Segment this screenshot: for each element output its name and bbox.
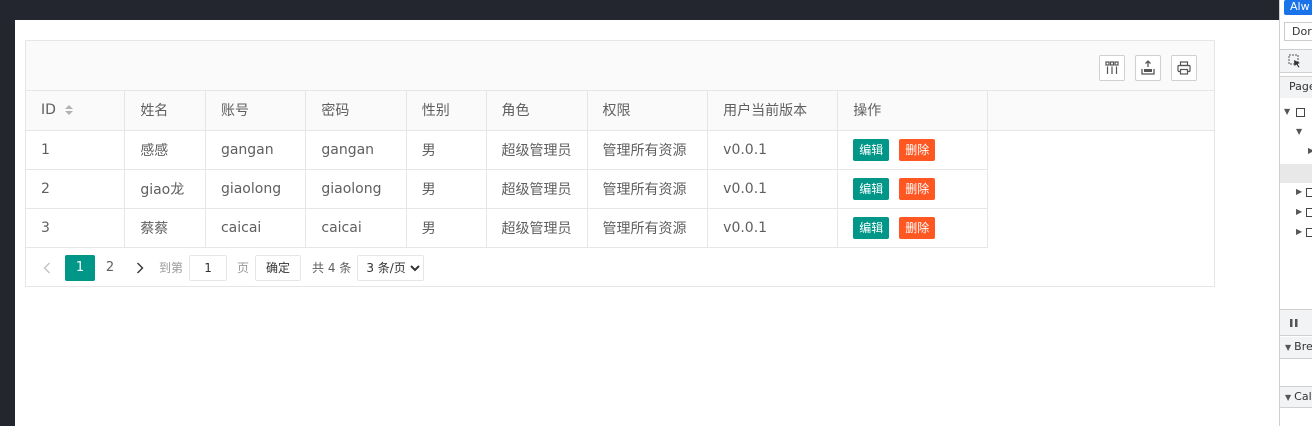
columns-icon — [1105, 61, 1119, 74]
cell-filler — [987, 208, 1214, 247]
edit-button[interactable]: 编辑 — [853, 177, 890, 200]
tree-collapsed-icon[interactable]: ▶ — [1308, 146, 1312, 155]
cell-role: 超级管理员 — [486, 169, 588, 209]
table-toolbar — [26, 41, 1214, 91]
page-2-button[interactable]: 2 — [95, 255, 125, 281]
tree-expand-icon[interactable]: ▼ — [1284, 107, 1290, 116]
cell-role: 超级管理员 — [486, 208, 588, 248]
cell-version: v0.0.1 — [707, 169, 839, 209]
user-table: ID 姓名 账号 密码 性别 角色 权限 用户当前版本 操作 1 感感 gang… — [26, 91, 1214, 248]
cell-actions: 编辑 删除 — [837, 208, 988, 248]
devtools-toolbar — [1280, 49, 1312, 73]
section-expand-icon: ▼ — [1285, 343, 1292, 352]
cell-filler — [987, 169, 1214, 208]
devtools-panel: Alw Dor Page ▼ ▼ ▶ ▶ ▶ ▶ ▼Bre ▼Cal — [1279, 0, 1312, 426]
goto-prefix: 到第 — [159, 261, 184, 275]
column-header-id[interactable]: ID — [26, 91, 126, 131]
print-button[interactable] — [1171, 55, 1197, 81]
column-header-gender: 性别 — [406, 91, 487, 131]
devtools-always-button[interactable]: Alw — [1284, 0, 1312, 15]
pagination-bar: 1 2 到第 页 确定 共 4 条 3 条/页 — [26, 248, 1214, 287]
cell-filler — [987, 130, 1214, 169]
column-header-permission: 权限 — [587, 91, 709, 131]
print-icon — [1177, 61, 1191, 75]
goto-suffix: 页 — [237, 261, 250, 275]
cell-password: giaolong — [305, 169, 407, 209]
cell-gender: 男 — [406, 169, 487, 209]
table-row: 2 giao龙 giaolong giaolong 男 超级管理员 管理所有资源… — [26, 169, 1214, 209]
cell-actions: 编辑 删除 — [837, 169, 988, 209]
next-page-button[interactable] — [127, 255, 153, 281]
column-header-filler — [987, 91, 1214, 131]
devtools-selected-node — [1280, 164, 1312, 183]
cell-role: 超级管理员 — [486, 130, 588, 170]
devtools-dont-input[interactable]: Dor — [1284, 22, 1312, 41]
cell-version: v0.0.1 — [707, 208, 839, 248]
pause-icon[interactable] — [1289, 318, 1299, 328]
cell-gender: 男 — [406, 208, 487, 248]
delete-button[interactable]: 删除 — [899, 216, 936, 239]
cell-password: caicai — [305, 208, 407, 248]
data-table-container: ID 姓名 账号 密码 性别 角色 权限 用户当前版本 操作 1 感感 gang… — [25, 40, 1215, 287]
tree-collapsed-icon[interactable]: ▶ — [1296, 227, 1302, 236]
cell-id: 2 — [26, 169, 126, 209]
devtools-debugger-toolbar — [1280, 309, 1312, 336]
columns-filter-button[interactable] — [1099, 55, 1125, 81]
cell-password: gangan — [305, 130, 407, 170]
cell-id: 1 — [26, 130, 126, 170]
tree-collapsed-icon[interactable]: ▶ — [1296, 187, 1302, 196]
file-icon — [1306, 208, 1312, 217]
export-icon — [1141, 60, 1155, 75]
confirm-goto-button[interactable]: 确定 — [255, 254, 302, 281]
export-button[interactable] — [1135, 55, 1161, 81]
file-icon — [1306, 188, 1312, 197]
column-header-account: 账号 — [205, 91, 307, 131]
cell-version: v0.0.1 — [707, 130, 839, 170]
column-header-password: 密码 — [305, 91, 407, 131]
delete-button[interactable]: 删除 — [899, 138, 936, 161]
page-1-button[interactable]: 1 — [65, 254, 95, 281]
cell-gender: 男 — [406, 130, 487, 170]
cell-permission: 管理所有资源 — [587, 208, 709, 248]
admin-sidebar-edge — [0, 0, 15, 426]
tree-collapsed-icon[interactable]: ▶ — [1296, 207, 1302, 216]
cell-name: 蔡蔡 — [124, 208, 206, 248]
cell-account: giaolong — [205, 169, 307, 209]
devtools-callstack-section[interactable]: ▼ Cal — [1280, 386, 1312, 408]
column-header-role: 角色 — [486, 91, 588, 131]
chevron-left-icon — [43, 262, 50, 273]
column-header-version: 用户当前版本 — [707, 91, 839, 131]
cell-name: 感感 — [124, 130, 206, 170]
table-row: 3 蔡蔡 caicai caicai 男 超级管理员 管理所有资源 v0.0.1… — [26, 208, 1214, 248]
goto-page-input[interactable] — [189, 254, 228, 281]
table-header-row: ID 姓名 账号 密码 性别 角色 权限 用户当前版本 操作 — [26, 91, 1214, 131]
file-icon — [1306, 228, 1312, 237]
cell-permission: 管理所有资源 — [587, 169, 709, 209]
cell-account: caicai — [205, 208, 307, 248]
delete-button[interactable]: 删除 — [899, 177, 936, 200]
cell-id: 3 — [26, 208, 126, 248]
cell-actions: 编辑 删除 — [837, 130, 988, 170]
section-expand-icon: ▼ — [1285, 393, 1292, 402]
column-header-name: 姓名 — [124, 91, 206, 131]
sort-icon[interactable] — [64, 104, 74, 116]
devtools-breakpoints-section[interactable]: ▼ Bre — [1280, 337, 1312, 359]
tree-expand-icon[interactable]: ▼ — [1296, 127, 1302, 136]
cell-account: gangan — [205, 130, 307, 170]
prev-page-button[interactable] — [34, 255, 60, 281]
cell-name: giao龙 — [124, 169, 206, 209]
total-count: 共 4 条 — [312, 261, 352, 275]
devtools-page-tab[interactable]: Page — [1280, 76, 1312, 98]
chevron-right-icon — [137, 262, 144, 273]
edit-button[interactable]: 编辑 — [853, 216, 890, 239]
frame-icon — [1296, 108, 1305, 117]
admin-header-bar — [0, 0, 1279, 20]
cell-permission: 管理所有资源 — [587, 130, 709, 170]
page-size-select[interactable]: 3 条/页 — [357, 254, 425, 281]
column-header-actions: 操作 — [837, 91, 988, 131]
edit-button[interactable]: 编辑 — [853, 138, 890, 161]
table-row: 1 感感 gangan gangan 男 超级管理员 管理所有资源 v0.0.1… — [26, 130, 1214, 170]
inspect-cursor-icon[interactable] — [1288, 54, 1302, 68]
